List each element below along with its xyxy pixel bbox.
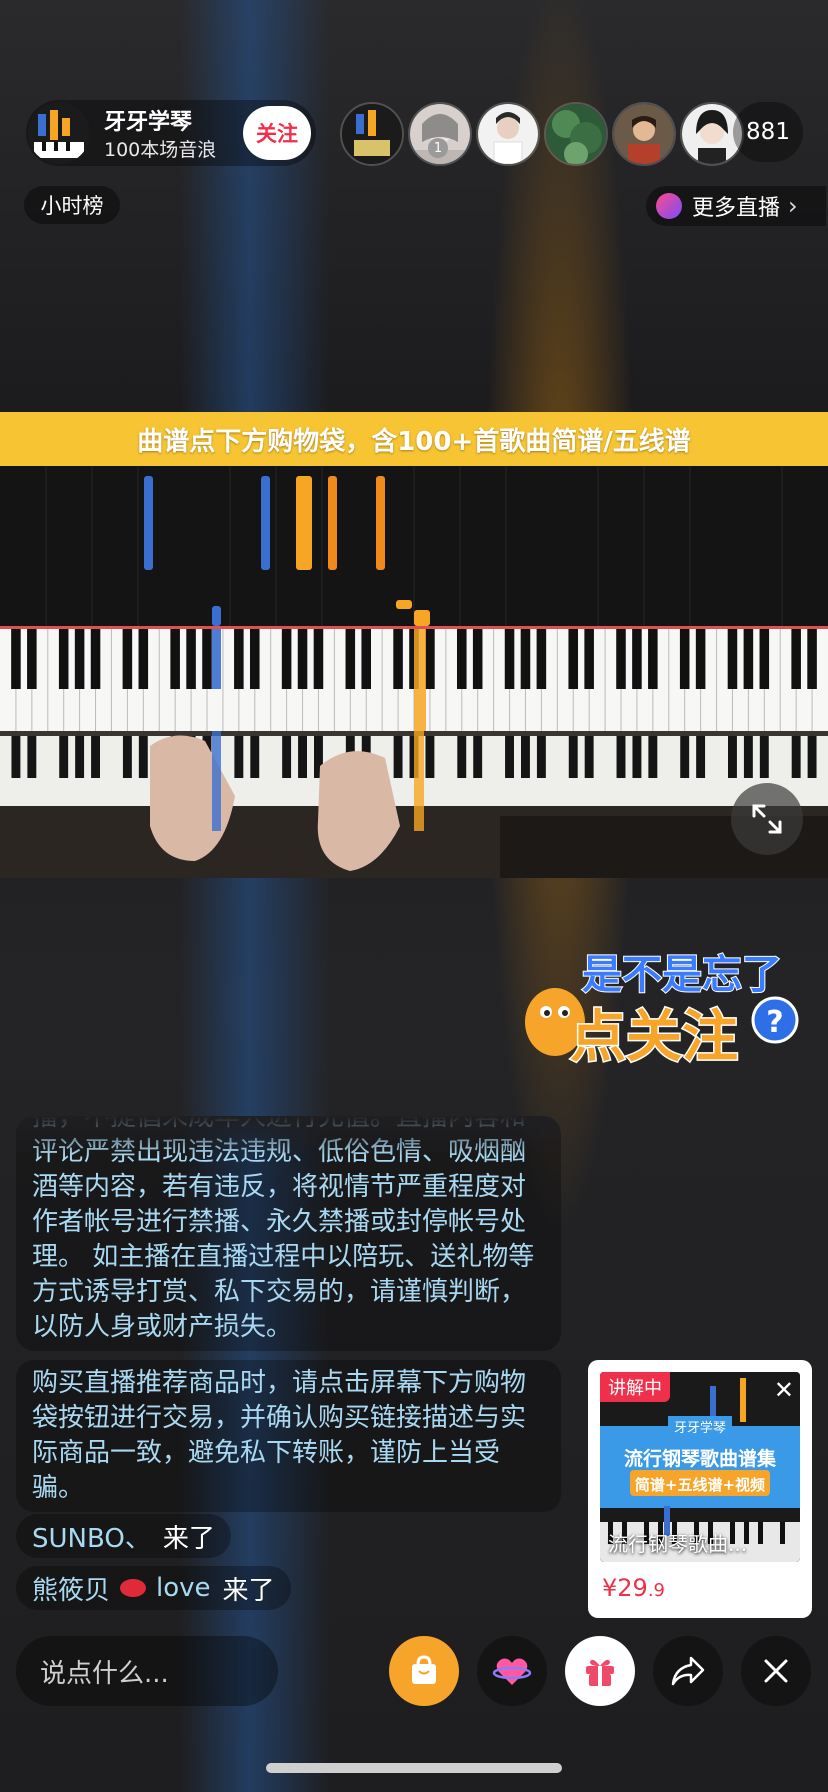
host-avatar[interactable] <box>28 102 90 164</box>
product-price: ¥29.9 <box>602 1574 665 1602</box>
viewer-rank-badge: 1 <box>428 138 448 158</box>
comment-input[interactable]: 说点什么... <box>16 1636 278 1706</box>
fullscreen-button[interactable] <box>731 783 803 855</box>
shopping-bag-icon <box>412 1655 436 1684</box>
shopping-bag-button[interactable] <box>389 1636 459 1706</box>
viewer-count[interactable]: 881 <box>733 102 803 162</box>
follow-button[interactable]: 关注 <box>243 106 311 160</box>
price-decimal: .9 <box>647 1580 666 1601</box>
heart-planet-icon <box>492 1658 532 1685</box>
more-live-button[interactable]: 更多直播 › <box>646 186 826 226</box>
viewer-avatar[interactable] <box>340 102 404 166</box>
piano-video[interactable] <box>0 466 828 878</box>
viewer-avatar[interactable] <box>544 102 608 166</box>
share-arrow-icon <box>671 1656 705 1686</box>
join-message: SUNBO、 来了 <box>16 1514 231 1558</box>
fade-mask <box>16 1116 561 1156</box>
host-name: 牙牙学琴 <box>104 110 193 135</box>
close-live-button[interactable] <box>741 1636 811 1706</box>
chevron-right-icon: › <box>788 192 798 220</box>
join-user-name-suffix: love <box>156 1573 211 1603</box>
more-live-label: 更多直播 <box>692 196 781 221</box>
join-action: 来了 <box>162 1523 215 1554</box>
gift-button[interactable] <box>565 1636 635 1706</box>
live-planet-icon <box>656 193 682 219</box>
sticker-line-2: 点关注 <box>570 1005 738 1070</box>
close-icon[interactable]: ✕ <box>774 1376 794 1404</box>
host-audio-wave-count: 100本场音浪 <box>104 139 217 161</box>
join-message: 熊筱贝 love 来了 <box>16 1566 291 1610</box>
sticker-line-1: 是不是忘了 <box>582 952 782 998</box>
product-thumb-brand: 牙牙学琴 <box>668 1416 733 1437</box>
product-thumb-title: 流行钢琴歌曲谱集 <box>623 1448 776 1470</box>
expand-icon <box>752 804 782 834</box>
viewer-avatar[interactable] <box>612 102 676 166</box>
sheet-music-banner: 曲谱点下方购物袋，含100+首歌曲简谱/五线谱 <box>0 412 828 466</box>
product-thumb-sub: 简谱+五线谱+视频 <box>634 1476 766 1494</box>
join-user-name: SUNBO、 <box>32 1523 151 1554</box>
comment-notice-1: 播，不提倡未成年人进行充值。直播内容和评论严禁出现违法违规、低俗色情、吸烟酗酒等… <box>16 1116 561 1351</box>
close-icon <box>764 1659 788 1683</box>
join-action: 来了 <box>222 1575 275 1606</box>
viewer-avatar[interactable] <box>476 102 540 166</box>
lips-icon <box>120 1579 147 1597</box>
explaining-badge: 讲解中 <box>600 1372 670 1402</box>
join-user-name: 熊筱贝 <box>32 1575 111 1606</box>
follow-reminder-sticker[interactable]: ? 是不是忘了 点关注 <box>520 940 810 1080</box>
hour-rank-button[interactable]: 小时榜 <box>24 186 120 224</box>
gift-icon <box>586 1659 614 1686</box>
home-indicator[interactable] <box>266 1763 562 1773</box>
sticker-mark: ? <box>766 1005 783 1040</box>
product-thumbnail[interactable]: 牙牙学琴 流行钢琴歌曲谱集 简谱+五线谱+视频 流行钢琴歌曲... 讲解中 ✕ <box>600 1372 800 1562</box>
comment-notice-2: 购买直播推荐商品时，请点击屏幕下方购物袋按钮进行交易，并确认购买链接描述与实际商… <box>16 1360 561 1512</box>
share-button[interactable] <box>653 1636 723 1706</box>
product-card[interactable]: 牙牙学琴 流行钢琴歌曲谱集 简谱+五线谱+视频 流行钢琴歌曲... 讲解中 ✕ … <box>588 1360 812 1618</box>
product-caption: 流行钢琴歌曲... <box>608 1532 748 1556</box>
price-main: 29 <box>617 1574 648 1602</box>
fan-club-button[interactable] <box>477 1636 547 1706</box>
price-symbol: ¥ <box>602 1574 618 1602</box>
